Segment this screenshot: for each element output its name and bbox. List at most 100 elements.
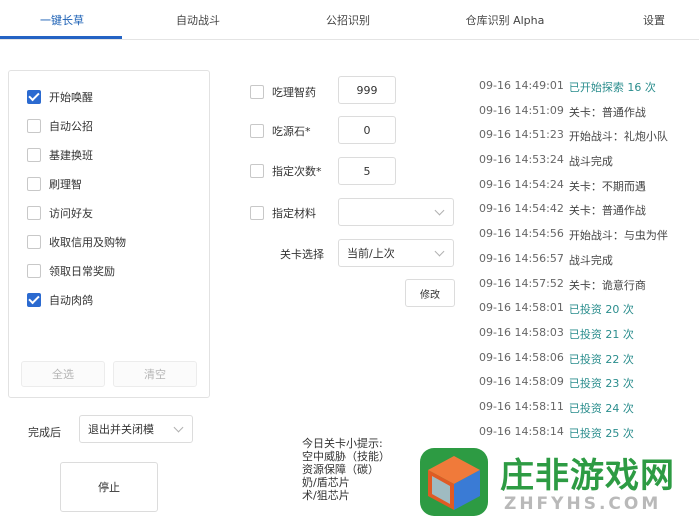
log-line: 09-16 14:51:09 关卡：普通作战 <box>479 104 694 129</box>
tab-auto-battle[interactable]: 自动战斗 <box>150 12 246 38</box>
log-line: 09-16 14:58:01 已投资 20 次 <box>479 301 694 326</box>
modify-button[interactable]: 修改 <box>405 279 455 307</box>
log-time: 09-16 14:54:42 <box>479 202 564 216</box>
option-material[interactable]: 指定材料 <box>250 205 316 221</box>
task-wakeup[interactable]: 开始唤醒 <box>27 88 93 106</box>
tab-recruit[interactable]: 公招识别 <box>300 12 396 38</box>
checkbox[interactable] <box>250 85 264 99</box>
option-medicine[interactable]: 吃理智药 <box>250 84 316 100</box>
stage-select[interactable]: 当前/上次 <box>338 239 454 267</box>
log-time: 09-16 14:56:57 <box>479 251 564 265</box>
task-roguelike[interactable]: 自动肉鸽 <box>27 291 93 309</box>
watermark-name: 庄非游戏网 <box>500 456 675 496</box>
log-line: 09-16 14:54:24 关卡：不期而遇 <box>479 178 694 203</box>
tab-bar: 一键长草 自动战斗 公招识别 仓库识别 Alpha 设置 <box>0 0 699 40</box>
log-panel: 09-16 14:49:01 已开始探索 16 次 09-16 14:51:09 关… <box>479 79 694 449</box>
log-message: 已投资 24 次 <box>568 401 634 415</box>
task-visit-friends[interactable]: 访问好友 <box>27 204 93 222</box>
checkbox[interactable] <box>27 90 41 104</box>
select-all-button[interactable]: 全选 <box>21 361 105 387</box>
tab-one-click[interactable]: 一键长草 <box>14 12 110 38</box>
log-line: 09-16 14:54:56 开始战斗：与虫为伴 <box>479 227 694 252</box>
after-finish-value: 退出并关闭模 <box>88 423 154 436</box>
log-message: 战斗完成 <box>568 155 613 169</box>
checkbox[interactable] <box>27 177 41 191</box>
log-message: 开始战斗：与虫为伴 <box>568 229 668 243</box>
log-line: 09-16 14:49:01 已开始探索 16 次 <box>479 79 694 104</box>
times-input[interactable]: 5 <box>338 157 396 185</box>
option-label: 吃理智药 <box>272 86 316 99</box>
checkbox[interactable] <box>250 124 264 138</box>
tips-line: 奶/盾芯片 <box>302 476 350 489</box>
tips-title: 今日关卡小提示: <box>302 437 383 450</box>
clear-button[interactable]: 清空 <box>113 361 197 387</box>
log-message: 关卡：普通作战 <box>568 204 646 218</box>
task-sanity[interactable]: 刷理智 <box>27 175 82 193</box>
log-line: 09-16 14:58:03 已投资 21 次 <box>479 326 694 351</box>
watermark-logo-icon <box>420 448 488 516</box>
chevron-down-icon <box>434 205 445 216</box>
checkbox[interactable] <box>250 164 264 178</box>
log-time: 09-16 14:58:01 <box>479 301 564 315</box>
tips-line: 资源保障（碳） <box>302 463 379 476</box>
material-select[interactable] <box>338 198 454 226</box>
log-message: 已投资 20 次 <box>568 303 634 317</box>
checkbox[interactable] <box>27 148 41 162</box>
log-message: 关卡：诡意行商 <box>568 278 646 292</box>
log-time: 09-16 14:51:23 <box>479 128 564 142</box>
watermark: 庄非游戏网 ZHFYHS.COM <box>414 444 694 520</box>
log-time: 09-16 14:54:56 <box>479 227 564 241</box>
task-label: 刷理智 <box>49 178 82 191</box>
log-message: 关卡：普通作战 <box>568 105 646 119</box>
tab-settings[interactable]: 设置 <box>624 12 684 38</box>
log-line: 09-16 14:58:11 已投资 24 次 <box>479 400 694 425</box>
log-line: 09-16 14:56:57 战斗完成 <box>479 252 694 277</box>
option-label: 指定次数* <box>272 165 322 178</box>
checkbox[interactable] <box>250 206 264 220</box>
log-message: 关卡：不期而遇 <box>568 179 646 193</box>
log-time: 09-16 14:51:09 <box>479 103 564 117</box>
log-message: 已投资 21 次 <box>568 327 634 341</box>
tips-line: 术/狙芯片 <box>302 489 350 502</box>
task-label: 领取日常奖励 <box>49 265 115 278</box>
option-times[interactable]: 指定次数* <box>250 163 322 179</box>
task-label: 收取信用及购物 <box>49 236 126 249</box>
stone-input[interactable]: 0 <box>338 116 396 144</box>
task-label: 基建换班 <box>49 149 93 162</box>
task-daily-rewards[interactable]: 领取日常奖励 <box>27 262 115 280</box>
log-line: 09-16 14:53:24 战斗完成 <box>479 153 694 178</box>
stop-button[interactable]: 停止 <box>60 462 158 512</box>
tips-line: 空中威胁（技能） <box>302 450 390 463</box>
checkbox[interactable] <box>27 235 41 249</box>
checkbox[interactable] <box>27 119 41 133</box>
tab-depot[interactable]: 仓库识别 Alpha <box>440 12 570 38</box>
chevron-down-icon <box>173 422 184 433</box>
checkbox[interactable] <box>27 264 41 278</box>
task-label: 访问好友 <box>49 207 93 220</box>
log-time: 09-16 14:58:06 <box>479 350 564 364</box>
task-label: 开始唤醒 <box>49 91 93 104</box>
log-time: 09-16 14:57:52 <box>479 276 564 290</box>
log-message: 已投资 23 次 <box>568 377 634 391</box>
log-line: 09-16 14:58:09 已投资 23 次 <box>479 375 694 400</box>
log-time: 09-16 14:58:11 <box>479 399 564 413</box>
log-line: 09-16 14:51:23 开始战斗：礼炮小队 <box>479 128 694 153</box>
task-panel: 开始唤醒 自动公招 基建换班 刷理智 访问好友 收取信用及购物 领取日常奖励 自… <box>8 70 210 398</box>
log-time: 09-16 14:53:24 <box>479 153 564 167</box>
task-credit-shop[interactable]: 收取信用及购物 <box>27 233 126 251</box>
option-stone[interactable]: 吃源石* <box>250 123 311 139</box>
after-finish-select[interactable]: 退出并关闭模 <box>79 415 193 443</box>
log-time: 09-16 14:58:03 <box>479 325 564 339</box>
task-infrastructure[interactable]: 基建换班 <box>27 146 93 164</box>
log-message: 开始战斗：礼炮小队 <box>568 130 668 144</box>
checkbox[interactable] <box>27 206 41 220</box>
task-label: 自动公招 <box>49 120 93 133</box>
checkbox[interactable] <box>27 293 41 307</box>
medicine-input[interactable]: 999 <box>338 76 396 104</box>
log-message: 战斗完成 <box>568 253 613 267</box>
task-recruit[interactable]: 自动公招 <box>27 117 93 135</box>
option-label: 指定材料 <box>272 207 316 220</box>
log-time: 09-16 14:54:24 <box>479 177 564 191</box>
log-time: 09-16 14:58:09 <box>479 375 564 389</box>
watermark-domain: ZHFYHS.COM <box>504 494 662 514</box>
